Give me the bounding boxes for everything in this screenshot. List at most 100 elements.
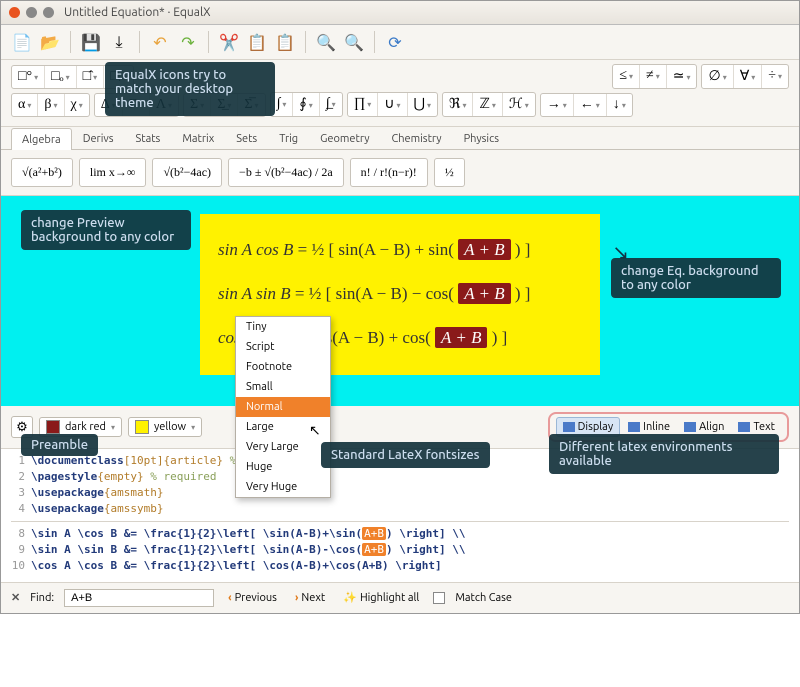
find-bar: ✕ Find: ‹Previous ›Next ✨Highlight all M… <box>1 582 799 613</box>
fontsize-option[interactable]: Very Huge <box>236 477 330 497</box>
tab-geometry[interactable]: Geometry <box>309 127 380 149</box>
symbol-button[interactable]: ∀ <box>734 65 763 88</box>
fontsize-option[interactable]: Very Large <box>236 437 330 457</box>
annotation-fontsizes: Standard LateX fontsizes <box>321 442 490 468</box>
fontsize-option[interactable]: Script <box>236 337 330 357</box>
env-icon <box>738 422 750 432</box>
redo-icon[interactable]: ↷ <box>177 31 199 53</box>
symbol-button[interactable]: ← <box>574 94 607 116</box>
template-button[interactable]: −b ± √(b²−4ac) / 2a <box>228 158 344 187</box>
swatch-icon <box>46 420 60 434</box>
export-icon[interactable]: ⤓ <box>108 31 130 53</box>
symbol-button[interactable]: ∫̲ <box>320 93 342 116</box>
tab-trig[interactable]: Trig <box>268 127 309 149</box>
find-input[interactable] <box>64 589 214 607</box>
tab-algebra[interactable]: Algebra <box>11 128 72 150</box>
symbol-button[interactable]: □ₒ <box>45 66 77 88</box>
highlight-icon: ✨ <box>343 591 357 604</box>
tab-physics[interactable]: Physics <box>453 127 510 149</box>
symbol-button[interactable]: ℋ <box>503 93 535 116</box>
match-case-label: Match Case <box>455 592 512 604</box>
symbol-button[interactable]: ℜ <box>443 93 473 116</box>
symbol-button[interactable]: ∪ <box>378 93 407 116</box>
fontsize-option[interactable]: Small <box>236 377 330 397</box>
annotation-preamble: Preamble <box>21 434 98 456</box>
zoom-in-icon[interactable]: 🔍 <box>315 31 337 53</box>
fontsize-menu: TinyScriptFootnoteSmallNormalLargeVery L… <box>235 316 331 498</box>
titlebar: Untitled Equation* · EqualX <box>1 1 799 25</box>
cut-icon[interactable]: ✂️ <box>218 31 240 53</box>
symbol-button[interactable]: → <box>541 94 574 116</box>
category-tabbar: AlgebraDerivsStatsMatrixSetsTrigGeometry… <box>1 127 799 150</box>
symbol-button[interactable]: ℤ <box>473 93 502 116</box>
symbol-button[interactable]: ÷ <box>762 65 788 88</box>
highlight-all-button[interactable]: ✨Highlight all <box>339 589 423 606</box>
find-label: Find: <box>30 592 54 604</box>
symbol-button[interactable]: ∮ <box>293 93 319 116</box>
find-next-button[interactable]: ›Next <box>291 590 329 606</box>
refresh-icon[interactable]: ⟳ <box>384 31 406 53</box>
chevron-left-icon: ‹ <box>228 592 231 604</box>
chevron-down-icon: ▾ <box>191 423 195 432</box>
annotation-environments: Different latex environments available <box>549 434 779 474</box>
undo-icon[interactable]: ↶ <box>149 31 171 53</box>
zoom-out-icon[interactable]: 🔍 <box>343 31 365 53</box>
tab-derivs[interactable]: Derivs <box>72 127 125 149</box>
bg-color-label: yellow <box>154 421 186 433</box>
close-icon[interactable]: ✕ <box>11 591 20 604</box>
symbol-button[interactable]: ≤ <box>613 65 640 88</box>
template-button[interactable]: lim x→∞ <box>79 158 147 187</box>
window-minimize-icon[interactable] <box>26 7 37 18</box>
fontsize-option[interactable]: Footnote <box>236 357 330 377</box>
symbol-button[interactable]: ∏ <box>348 93 379 116</box>
main-toolbar: 📄 📂 💾 ⤓ ↶ ↷ ✂️ 📋 📋 🔍 🔍 ⟳ <box>1 25 799 60</box>
symbol-button[interactable]: ↓ <box>607 94 632 116</box>
template-button[interactable]: √(a²+b²) <box>11 158 73 187</box>
fontsize-option[interactable]: Huge <box>236 457 330 477</box>
background-color-picker[interactable]: yellow ▾ <box>128 417 202 437</box>
cursor-icon: ↖ <box>309 422 321 439</box>
window-maximize-icon[interactable] <box>43 7 54 18</box>
template-button[interactable]: n! / r!(n−r)! <box>350 158 428 187</box>
env-icon <box>628 422 640 432</box>
chevron-down-icon: ▾ <box>111 423 115 432</box>
symbol-button[interactable]: ≃ <box>667 65 697 88</box>
copy-icon[interactable]: 📋 <box>246 31 268 53</box>
template-button[interactable]: √(b²−4ac) <box>152 158 222 187</box>
save-icon[interactable]: 💾 <box>80 31 102 53</box>
annotation-preview-bg: change Preview background to any color <box>21 210 191 250</box>
chevron-right-icon: › <box>295 592 298 604</box>
window-close-icon[interactable] <box>9 7 20 18</box>
match-case-checkbox[interactable] <box>433 592 445 604</box>
open-file-icon[interactable]: 📂 <box>39 31 61 53</box>
preview-area: change Preview background to any color ↘… <box>1 196 799 406</box>
fg-color-label: dark red <box>65 421 106 433</box>
paste-icon[interactable]: 📋 <box>274 31 296 53</box>
template-row: √(a²+b²)lim x→∞√(b²−4ac)−b ± √(b²−4ac) /… <box>1 150 799 196</box>
new-file-icon[interactable]: 📄 <box>11 31 33 53</box>
swatch-icon <box>135 420 149 434</box>
annotation-icons-theme: EqualX icons try to match your desktop t… <box>105 62 275 116</box>
symbol-button[interactable]: □̂ <box>77 66 104 88</box>
symbol-button[interactable]: □° <box>12 66 45 88</box>
env-icon <box>684 422 696 432</box>
env-icon <box>563 422 575 432</box>
find-previous-button[interactable]: ‹Previous <box>224 590 281 606</box>
symbol-button[interactable]: β <box>38 94 64 116</box>
tab-chemistry[interactable]: Chemistry <box>381 127 453 149</box>
tab-matrix[interactable]: Matrix <box>171 127 225 149</box>
tab-sets[interactable]: Sets <box>225 127 268 149</box>
window-title: Untitled Equation* · EqualX <box>64 6 211 19</box>
tab-stats[interactable]: Stats <box>125 127 172 149</box>
symbol-button[interactable]: χ <box>65 94 89 116</box>
symbol-button[interactable]: ⋃ <box>408 93 438 116</box>
symbol-button[interactable]: ∅ <box>702 65 733 88</box>
equation-line: sin A sin B = ½ [ sin(A − B) − cos( A + … <box>218 272 582 316</box>
fontsize-option[interactable]: Tiny <box>236 317 330 337</box>
fontsize-option[interactable]: Normal <box>236 397 330 417</box>
annotation-eq-bg: change Eq. background to any color <box>611 258 781 298</box>
symbol-palette: EqualX icons try to match your desktop t… <box>1 60 799 127</box>
symbol-button[interactable]: ≠ <box>640 65 667 88</box>
template-button[interactable]: ½ <box>434 158 465 187</box>
symbol-button[interactable]: α <box>12 94 38 116</box>
